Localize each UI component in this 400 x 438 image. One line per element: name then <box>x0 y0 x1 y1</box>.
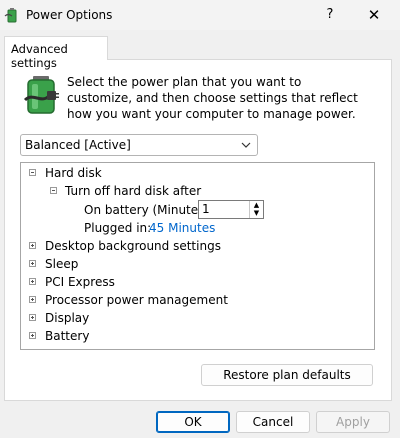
spin-up-icon[interactable]: ▲ <box>250 201 263 209</box>
tree-item-label: Hard disk <box>45 166 102 180</box>
expand-icon[interactable] <box>29 332 36 339</box>
tree-item-battery[interactable]: Battery <box>21 327 371 345</box>
tree-item-label: Desktop background settings <box>45 239 221 253</box>
restore-plan-defaults-button[interactable]: Restore plan defaults <box>201 364 373 386</box>
settings-tree[interactable]: Hard disk Turn off hard disk after On ba… <box>20 162 375 350</box>
tree-item-processor-power[interactable]: Processor power management <box>21 291 371 309</box>
tree-item-desktop-background[interactable]: Desktop background settings <box>21 237 371 255</box>
setting-plugged-in: Plugged in: 45 Minutes <box>21 219 371 237</box>
power-plan-value: Balanced [Active] <box>25 138 131 152</box>
expand-icon[interactable] <box>29 278 36 285</box>
title-bar: Power Options ? ✕ <box>0 0 400 30</box>
tab-advanced-settings[interactable]: Advanced settings <box>4 36 108 70</box>
on-battery-value[interactable]: 1 <box>202 201 210 218</box>
power-plan-dropdown[interactable]: Balanced [Active] <box>20 134 258 156</box>
window-title: Power Options <box>26 8 113 22</box>
tree-item-sleep[interactable]: Sleep <box>21 255 371 273</box>
apply-button[interactable]: Apply <box>316 411 390 433</box>
settings-panel: Select the power plan that you want to c… <box>4 59 392 401</box>
tree-item-label: Sleep <box>45 257 79 271</box>
tree-item-label: Battery <box>45 329 90 343</box>
tree-item-label: Turn off hard disk after <box>65 184 202 198</box>
tree-item-label: Processor power management <box>45 293 228 307</box>
close-button[interactable]: ✕ <box>362 4 386 26</box>
collapse-icon[interactable] <box>50 187 57 194</box>
plugged-in-label: Plugged in: <box>84 221 152 235</box>
tab-label: Advanced settings <box>11 42 68 70</box>
setting-on-battery: On battery (Minute): 1 ▲ ▼ <box>21 200 371 220</box>
plugged-in-value-link[interactable]: 45 Minutes <box>149 219 215 237</box>
on-battery-label: On battery (Minute): <box>84 203 207 217</box>
collapse-icon[interactable] <box>29 169 36 176</box>
on-battery-minutes-spinner[interactable]: 1 ▲ ▼ <box>198 200 264 219</box>
tree-item-label: PCI Express <box>45 275 115 289</box>
help-button[interactable]: ? <box>320 4 340 26</box>
power-options-icon <box>4 8 17 23</box>
tree-item-hard-disk[interactable]: Hard disk <box>21 164 371 182</box>
tree-item-label: Display <box>45 311 90 325</box>
expand-icon[interactable] <box>29 296 36 303</box>
spin-down-icon[interactable]: ▼ <box>250 209 263 217</box>
chevron-down-icon <box>241 142 251 148</box>
expand-icon[interactable] <box>29 314 36 321</box>
expand-icon[interactable] <box>29 260 36 267</box>
tree-item-pci-express[interactable]: PCI Express <box>21 273 371 291</box>
expand-icon[interactable] <box>29 242 36 249</box>
instructions-text: Select the power plan that you want to c… <box>67 75 358 121</box>
cancel-button[interactable]: Cancel <box>236 411 310 433</box>
tree-item-turn-off-hard-disk[interactable]: Turn off hard disk after <box>21 182 371 200</box>
battery-plug-icon <box>23 76 59 114</box>
spinner-arrows: ▲ ▼ <box>249 201 263 218</box>
tree-item-display[interactable]: Display <box>21 309 371 327</box>
ok-button[interactable]: OK <box>156 411 230 433</box>
